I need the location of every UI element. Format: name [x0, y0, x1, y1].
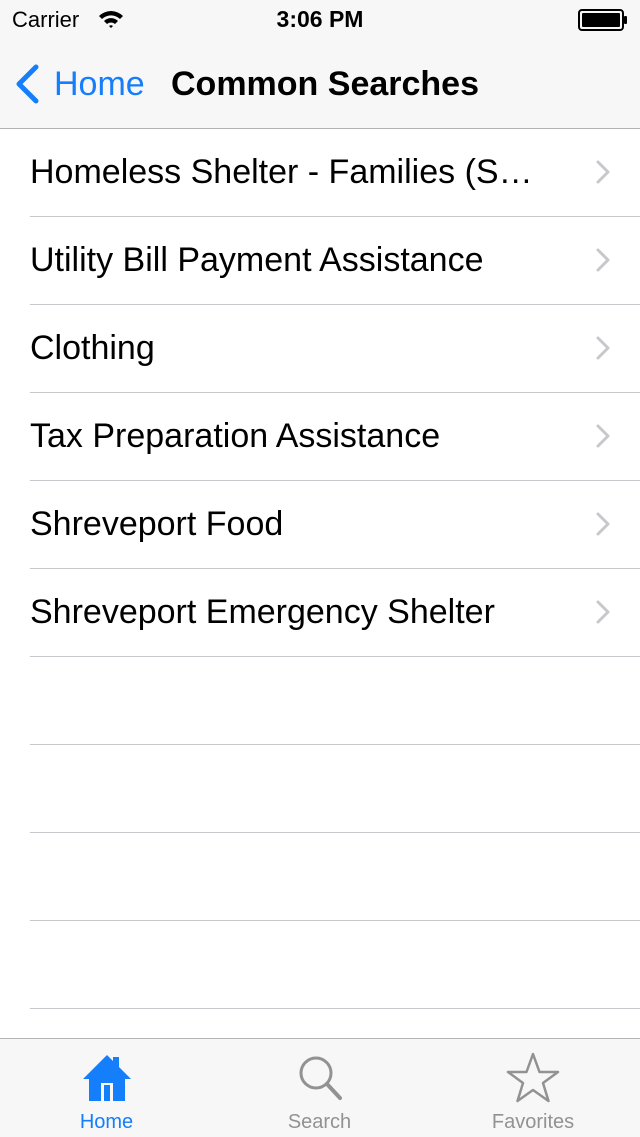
- tab-favorites[interactable]: Favorites: [426, 1039, 640, 1137]
- status-bar: Carrier 3:06 PM: [0, 0, 640, 40]
- back-button[interactable]: Home: [14, 40, 145, 128]
- chevron-left-icon: [16, 64, 39, 104]
- list-item[interactable]: Utility Bill Payment Assistance: [30, 217, 640, 305]
- tab-favorites-label: Favorites: [491, 1111, 575, 1133]
- chevron-right-icon: [596, 336, 610, 360]
- chevron-right-icon: [596, 512, 610, 536]
- list-item-label: Shreveport Emergency Shelter: [30, 593, 495, 631]
- top-bar: Carrier 3:06 PM Home Common Searches: [0, 0, 640, 129]
- page-title: Common Searches: [171, 65, 479, 103]
- tab-home-label: Home: [79, 1111, 134, 1133]
- empty-row: [30, 745, 640, 833]
- battery-icon: [578, 9, 627, 31]
- chevron-right-icon: [596, 248, 610, 272]
- list-item[interactable]: Shreveport Food: [30, 481, 640, 569]
- chevron-right-icon: [596, 424, 610, 448]
- tab-search[interactable]: Search: [213, 1039, 426, 1137]
- chevron-right-icon: [596, 600, 610, 624]
- list-item[interactable]: Homeless Shelter - Families (S…: [30, 129, 640, 217]
- empty-row: [30, 833, 640, 921]
- empty-row: [30, 921, 640, 1009]
- magnifier-icon: [299, 1056, 342, 1100]
- list-item[interactable]: Clothing: [30, 305, 640, 393]
- house-icon: [82, 1055, 131, 1101]
- status-time: 3:06 PM: [276, 6, 364, 32]
- list-item[interactable]: Shreveport Emergency Shelter: [30, 569, 640, 657]
- empty-row: [30, 657, 640, 745]
- list-item[interactable]: Tax Preparation Assistance: [30, 393, 640, 481]
- common-searches-list: Homeless Shelter - Families (S… Utility …: [0, 129, 640, 1009]
- star-icon: [506, 1052, 560, 1103]
- chevron-right-icon: [596, 160, 610, 184]
- tab-home[interactable]: Home: [0, 1039, 213, 1137]
- list-item-label: Tax Preparation Assistance: [30, 417, 441, 455]
- tab-bar: Home Search Favorites: [0, 1038, 640, 1137]
- list-item-label: Clothing: [30, 329, 155, 367]
- list-item-label: Shreveport Food: [30, 505, 284, 543]
- navigation-bar: Home Common Searches: [0, 40, 640, 128]
- tab-search-label: Search: [287, 1111, 352, 1133]
- back-button-label: Home: [54, 64, 145, 103]
- list-item-label: Utility Bill Payment Assistance: [30, 241, 484, 279]
- list-item-label: Homeless Shelter - Families (S…: [30, 153, 533, 191]
